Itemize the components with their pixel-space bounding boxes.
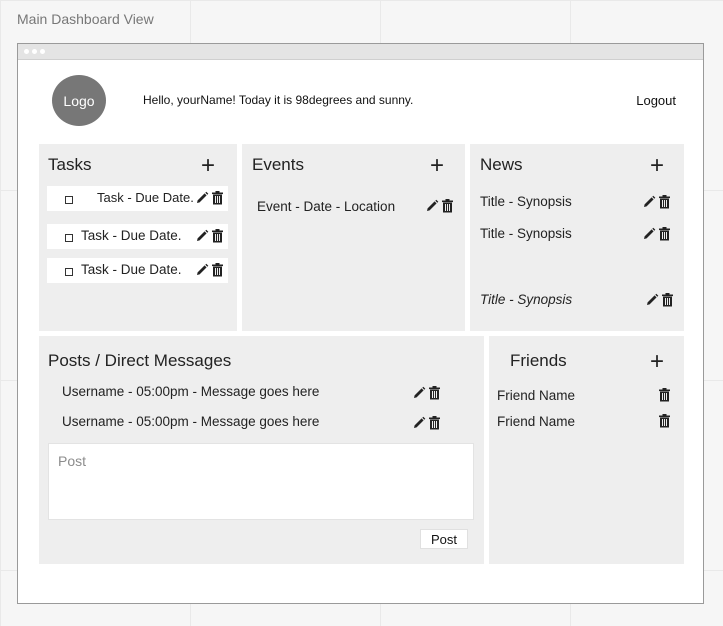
news-actions <box>642 227 671 241</box>
trash-icon[interactable] <box>658 388 671 402</box>
window-dot-1 <box>24 49 29 54</box>
greeting-text: Hello, yourName! Today it is 98degrees a… <box>143 93 414 107</box>
news-label: Title - Synopsis <box>480 226 572 241</box>
trash-icon[interactable] <box>658 414 671 428</box>
trash-icon[interactable] <box>211 263 224 277</box>
add-event-plus-icon[interactable]: + <box>430 154 444 178</box>
logo: Logo <box>52 75 106 126</box>
add-task-plus-icon[interactable]: + <box>201 154 215 178</box>
events-panel: Events + Event - Date - Location <box>242 144 465 331</box>
message-actions <box>412 416 441 430</box>
pencil-icon[interactable] <box>195 229 209 243</box>
trash-icon[interactable] <box>441 199 454 213</box>
trash-icon[interactable] <box>428 386 441 400</box>
friends-title: Friends <box>510 351 567 370</box>
window-dot-3 <box>40 49 45 54</box>
posts-title: Posts / Direct Messages <box>48 351 232 370</box>
tasks-panel: Tasks + Task - Due Date. Task - Due Date… <box>39 144 237 331</box>
canvas-title: Main Dashboard View <box>17 11 154 27</box>
pencil-icon[interactable] <box>425 199 439 213</box>
task-item[interactable]: Task - Due Date. <box>47 186 228 211</box>
task-item[interactable]: Task - Due Date. <box>47 224 228 249</box>
message-label: Username - 05:00pm - Message goes here <box>62 384 320 399</box>
news-panel: News + Title - Synopsis Title - Synopsis… <box>470 144 684 331</box>
app-window: Logo Hello, yourName! Today it is 98degr… <box>17 43 704 604</box>
news-label: Title - Synopsis <box>480 194 572 209</box>
trash-icon[interactable] <box>661 293 674 307</box>
tasks-title: Tasks <box>48 155 92 174</box>
trash-icon[interactable] <box>428 416 441 430</box>
trash-icon[interactable] <box>211 191 224 205</box>
trash-icon[interactable] <box>658 227 671 241</box>
add-friend-plus-icon[interactable]: + <box>650 350 664 374</box>
task-checkbox[interactable] <box>65 196 73 204</box>
pencil-icon[interactable] <box>195 263 209 277</box>
message-actions <box>412 386 441 400</box>
posts-panel: Posts / Direct Messages Username - 05:00… <box>39 336 484 564</box>
friend-actions <box>658 388 671 402</box>
window-dot-2 <box>32 49 37 54</box>
logout-link[interactable]: Logout <box>636 93 676 108</box>
friends-panel: Friends + Friend Name Friend Name <box>489 336 684 564</box>
pencil-icon[interactable] <box>645 293 659 307</box>
task-checkbox[interactable] <box>65 268 73 276</box>
news-label: Title - Synopsis <box>480 292 573 307</box>
event-label: Event - Date - Location <box>257 199 396 214</box>
events-title: Events <box>252 155 304 174</box>
task-label: Task - Due Date. <box>81 228 182 243</box>
task-label: Task - Due Date. <box>97 190 194 205</box>
task-actions <box>195 263 224 277</box>
task-item[interactable]: Task - Due Date. <box>47 258 228 283</box>
post-input[interactable]: Post <box>48 443 474 520</box>
window-titlebar <box>18 44 703 60</box>
pencil-icon[interactable] <box>412 416 426 430</box>
pencil-icon[interactable] <box>642 195 656 209</box>
friend-name: Friend Name <box>497 388 576 403</box>
task-actions <box>195 229 224 243</box>
add-news-plus-icon[interactable]: + <box>650 154 664 178</box>
task-checkbox[interactable] <box>65 234 73 242</box>
news-actions <box>645 293 674 307</box>
post-input-placeholder: Post <box>58 453 87 469</box>
trash-icon[interactable] <box>658 195 671 209</box>
event-actions <box>425 199 454 213</box>
news-title: News <box>480 155 523 174</box>
news-actions <box>642 195 671 209</box>
trash-icon[interactable] <box>211 229 224 243</box>
pencil-icon[interactable] <box>642 227 656 241</box>
pencil-icon[interactable] <box>195 191 209 205</box>
friend-actions <box>658 414 671 428</box>
task-label: Task - Due Date. <box>81 262 182 277</box>
message-label: Username - 05:00pm - Message goes here <box>62 414 320 429</box>
friend-name: Friend Name <box>497 414 576 429</box>
pencil-icon[interactable] <box>412 386 426 400</box>
post-button[interactable]: Post <box>420 529 468 549</box>
task-actions <box>195 191 224 205</box>
